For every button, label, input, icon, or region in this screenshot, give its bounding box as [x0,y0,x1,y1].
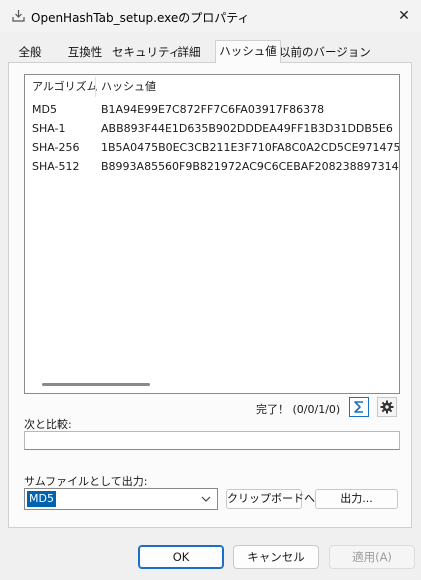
table-row[interactable]: SHA-256 1B5A0475B0EC3CB211E3F710FA8C0A2C… [25,138,399,157]
settings-button[interactable] [377,397,397,417]
window-title: OpenHashTab_setup.exeのプロパティ [31,11,250,25]
export-label: サムファイルとして出力: [24,475,148,488]
table-row[interactable]: SHA-1 ABB893F44E1D635B902DDDEA49FF1B3D31… [25,119,399,138]
row-hash: ABB893F44E1D635B902DDDEA49FF1B3D31DDB5E6 [101,122,393,135]
tab-details[interactable]: 詳細 [172,41,206,61]
apply-button[interactable]: 適用(A) [329,545,415,569]
chevron-down-icon [201,496,211,502]
column-header-algorithm[interactable]: アルゴリズム [32,75,98,99]
compare-input[interactable] [24,431,400,450]
tab-hashes[interactable]: ハッシュ値 [215,40,281,63]
cancel-button[interactable]: キャンセル [233,545,319,569]
row-hash: B8993A85560F9B821972AC9C6CEBAF2082388973… [101,160,399,173]
gear-icon [380,400,394,414]
column-header-hash[interactable]: ハッシュ値 [101,75,156,99]
selected-algorithm: MD5 [27,491,56,507]
tab-compatibility[interactable]: 互換性 [58,41,112,61]
compare-label: 次と比較: [24,418,72,431]
file-properties-icon [12,9,25,22]
row-algorithm: SHA-256 [32,141,80,154]
tab-general[interactable]: 全般 [8,41,52,61]
horizontal-scrollbar[interactable] [42,383,150,386]
hash-list[interactable]: アルゴリズム ハッシュ値 MD5 B1A94E99E7C872FF7C6FA03… [24,74,400,394]
close-icon: ✕ [398,8,410,24]
row-hash: B1A94E99E7C872FF7C6FA03917F86378 [101,103,325,116]
tab-security[interactable]: セキュリティ [111,41,180,61]
table-row[interactable]: MD5 B1A94E99E7C872FF7C6FA03917F86378 [25,100,399,119]
table-row[interactable]: SHA-512 B8993A85560F9B821972AC9C6CEBAF20… [25,157,399,176]
column-divider[interactable] [95,77,96,97]
hash-list-header: アルゴリズム ハッシュ値 [25,75,399,99]
copy-to-clipboard-button[interactable]: クリップボードへ [226,489,315,509]
sum-button[interactable] [349,397,369,417]
row-algorithm: SHA-1 [32,122,66,135]
status-text: 完了！ (0/0/1/0) [256,403,341,416]
tab-previous-versions[interactable]: 以前のバージョン [278,41,371,61]
close-button[interactable]: ✕ [391,4,417,28]
export-algorithm-select[interactable]: MD5 [24,488,218,510]
row-algorithm: SHA-512 [32,160,80,173]
tab-panel-hashes: アルゴリズム ハッシュ値 MD5 B1A94E99E7C872FF7C6FA03… [8,62,412,528]
row-hash: 1B5A0475B0EC3CB211E3F710FA8C0A2CD5CE9714… [101,141,400,154]
sigma-icon [354,401,363,413]
export-button[interactable]: 出力... [315,489,398,509]
tab-strip: 全般 互換性 セキュリティ 詳細 ハッシュ値 以前のバージョン [8,40,413,63]
title-bar: OpenHashTab_setup.exeのプロパティ ✕ [0,0,421,32]
ok-button[interactable]: OK [138,545,224,569]
row-algorithm: MD5 [32,103,57,116]
